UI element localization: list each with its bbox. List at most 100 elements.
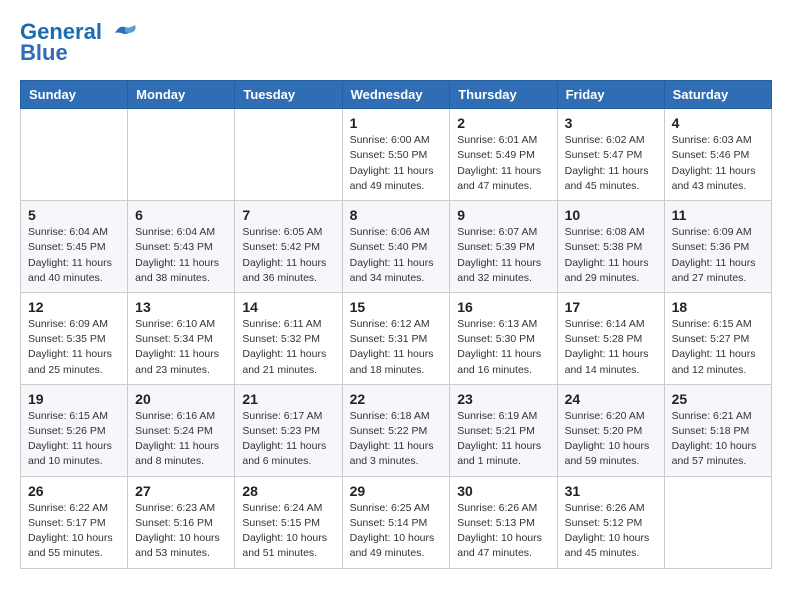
day-number: 15 [350,299,443,315]
calendar-cell: 28Sunrise: 6:24 AM Sunset: 5:15 PM Dayli… [235,476,342,568]
day-number: 21 [242,391,334,407]
calendar-cell: 22 Sunrise: 6:18 AM Sunset: 5:22 PM Dayli… [342,384,450,476]
day-info: Sunrise: 6:10 AM Sunset: 5:34 PM Dayligh… [135,317,227,378]
weekday-header-friday: Friday [557,81,664,109]
day-info: Sunrise: 6:14 AM Sunset: 5:28 PM Dayligh… [565,317,657,378]
calendar-cell [664,476,771,568]
day-number: 23 [457,391,549,407]
day-info: Sunrise: 6:04 AM Sunset: 5:43 PM Dayligh… [135,225,227,286]
day-number: 27 [135,483,227,499]
day-number: 13 [135,299,227,315]
day-number: 17 [565,299,657,315]
calendar-cell: 17 Sunrise: 6:14 AM Sunset: 5:28 PM Dayli… [557,292,664,384]
day-number: 1 [350,115,443,131]
day-number: 25 [672,391,764,407]
weekday-header-row: SundayMondayTuesdayWednesdayThursdayFrid… [21,81,772,109]
day-info: Sunrise: 6:04 AM Sunset: 5:45 PM Dayligh… [28,225,120,286]
calendar-cell: 27 Sunrise: 6:23 AM Sunset: 5:16 PM Dayli… [128,476,235,568]
day-info: Sunrise: 6:26 AM Sunset: 5:12 PM Dayligh… [565,501,657,562]
day-info: Sunrise: 6:20 AM Sunset: 5:20 PM Dayligh… [565,409,657,470]
day-info: Sunrise: 6:12 AM Sunset: 5:31 PM Dayligh… [350,317,443,378]
day-info: Sunrise: 6:24 AM Sunset: 5:15 PM Dayligh… [242,501,334,562]
weekday-header-wednesday: Wednesday [342,81,450,109]
calendar-cell: 11 Sunrise: 6:09 AM Sunset: 5:36 PM Dayli… [664,201,771,293]
weekday-header-saturday: Saturday [664,81,771,109]
calendar-table: SundayMondayTuesdayWednesdayThursdayFrid… [20,80,772,568]
calendar-cell: 19Sunrise: 6:15 AM Sunset: 5:26 PM Dayli… [21,384,128,476]
day-number: 26 [28,483,120,499]
day-info: Sunrise: 6:11 AM Sunset: 5:32 PM Dayligh… [242,317,334,378]
calendar-cell: 8Sunrise: 6:06 AM Sunset: 5:40 PM Daylig… [342,201,450,293]
calendar-cell: 31 Sunrise: 6:26 AM Sunset: 5:12 PM Dayli… [557,476,664,568]
calendar-cell: 25 Sunrise: 6:21 AM Sunset: 5:18 PM Dayli… [664,384,771,476]
weekday-header-sunday: Sunday [21,81,128,109]
day-number: 24 [565,391,657,407]
calendar-week-row: 19Sunrise: 6:15 AM Sunset: 5:26 PM Dayli… [21,384,772,476]
calendar-cell: 12 Sunrise: 6:09 AM Sunset: 5:35 PM Dayli… [21,292,128,384]
logo: General Blue [20,20,139,64]
calendar-week-row: 12 Sunrise: 6:09 AM Sunset: 5:35 PM Dayli… [21,292,772,384]
calendar-cell [235,109,342,201]
weekday-header-tuesday: Tuesday [235,81,342,109]
calendar-cell [128,109,235,201]
day-number: 10 [565,207,657,223]
day-number: 31 [565,483,657,499]
calendar-cell: 15 Sunrise: 6:12 AM Sunset: 5:31 PM Dayli… [342,292,450,384]
day-info: Sunrise: 6:16 AM Sunset: 5:24 PM Dayligh… [135,409,227,470]
day-number: 4 [672,115,764,131]
calendar-cell: 21 Sunrise: 6:17 AM Sunset: 5:23 PM Dayli… [235,384,342,476]
day-info: Sunrise: 6:21 AM Sunset: 5:18 PM Dayligh… [672,409,764,470]
day-number: 7 [242,207,334,223]
day-number: 9 [457,207,549,223]
day-number: 11 [672,207,764,223]
calendar-week-row: 1Sunrise: 6:00 AM Sunset: 5:50 PM Daylig… [21,109,772,201]
calendar-cell [21,109,128,201]
day-info: Sunrise: 6:09 AM Sunset: 5:35 PM Dayligh… [28,317,120,378]
day-info: Sunrise: 6:18 AM Sunset: 5:22 PM Dayligh… [350,409,443,470]
calendar-cell: 10Sunrise: 6:08 AM Sunset: 5:38 PM Dayli… [557,201,664,293]
day-info: Sunrise: 6:22 AM Sunset: 5:17 PM Dayligh… [28,501,120,562]
calendar-cell: 13 Sunrise: 6:10 AM Sunset: 5:34 PM Dayli… [128,292,235,384]
calendar-cell: 2 Sunrise: 6:01 AM Sunset: 5:49 PM Daylig… [450,109,557,201]
weekday-header-monday: Monday [128,81,235,109]
day-info: Sunrise: 6:13 AM Sunset: 5:30 PM Dayligh… [457,317,549,378]
day-info: Sunrise: 6:19 AM Sunset: 5:21 PM Dayligh… [457,409,549,470]
calendar-cell: 29 Sunrise: 6:25 AM Sunset: 5:14 PM Dayli… [342,476,450,568]
calendar-cell: 23 Sunrise: 6:19 AM Sunset: 5:21 PM Dayli… [450,384,557,476]
day-number: 29 [350,483,443,499]
day-info: Sunrise: 6:01 AM Sunset: 5:49 PM Dayligh… [457,133,549,194]
calendar-cell: 5 Sunrise: 6:04 AM Sunset: 5:45 PM Daylig… [21,201,128,293]
day-number: 5 [28,207,120,223]
day-info: Sunrise: 6:15 AM Sunset: 5:27 PM Dayligh… [672,317,764,378]
day-number: 30 [457,483,549,499]
day-number: 18 [672,299,764,315]
logo-blue-text: Blue [20,42,139,64]
day-info: Sunrise: 6:15 AM Sunset: 5:26 PM Dayligh… [28,409,120,470]
day-info: Sunrise: 6:09 AM Sunset: 5:36 PM Dayligh… [672,225,764,286]
weekday-header-thursday: Thursday [450,81,557,109]
day-info: Sunrise: 6:17 AM Sunset: 5:23 PM Dayligh… [242,409,334,470]
calendar-cell: 3Sunrise: 6:02 AM Sunset: 5:47 PM Daylig… [557,109,664,201]
calendar-week-row: 26 Sunrise: 6:22 AM Sunset: 5:17 PM Dayli… [21,476,772,568]
day-info: Sunrise: 6:07 AM Sunset: 5:39 PM Dayligh… [457,225,549,286]
day-info: Sunrise: 6:23 AM Sunset: 5:16 PM Dayligh… [135,501,227,562]
day-info: Sunrise: 6:05 AM Sunset: 5:42 PM Dayligh… [242,225,334,286]
calendar-cell: 14 Sunrise: 6:11 AM Sunset: 5:32 PM Dayli… [235,292,342,384]
day-number: 2 [457,115,549,131]
calendar-cell: 7 Sunrise: 6:05 AM Sunset: 5:42 PM Daylig… [235,201,342,293]
day-number: 3 [565,115,657,131]
day-number: 14 [242,299,334,315]
calendar-week-row: 5 Sunrise: 6:04 AM Sunset: 5:45 PM Daylig… [21,201,772,293]
day-info: Sunrise: 6:26 AM Sunset: 5:13 PM Dayligh… [457,501,549,562]
day-number: 20 [135,391,227,407]
calendar-cell: 16Sunrise: 6:13 AM Sunset: 5:30 PM Dayli… [450,292,557,384]
logo-bird-icon [111,23,139,43]
day-number: 6 [135,207,227,223]
day-number: 22 [350,391,443,407]
day-number: 12 [28,299,120,315]
calendar-cell: 20 Sunrise: 6:16 AM Sunset: 5:24 PM Dayli… [128,384,235,476]
day-info: Sunrise: 6:25 AM Sunset: 5:14 PM Dayligh… [350,501,443,562]
calendar-cell: 9 Sunrise: 6:07 AM Sunset: 5:39 PM Daylig… [450,201,557,293]
day-number: 8 [350,207,443,223]
calendar-cell: 1Sunrise: 6:00 AM Sunset: 5:50 PM Daylig… [342,109,450,201]
